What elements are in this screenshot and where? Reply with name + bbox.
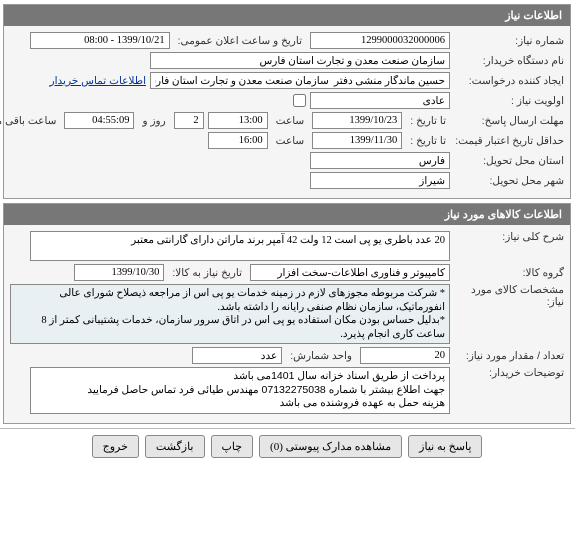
requester-input[interactable]	[151, 72, 451, 89]
announce-label: تاریخ و ساعت اعلان عمومی:	[175, 35, 307, 47]
priority-checkbox[interactable]	[294, 94, 307, 107]
spec-label: مشخصات کالای مورد نیاز:	[455, 284, 565, 308]
respond-button[interactable]: پاسخ به نیاز	[409, 435, 483, 458]
unit-label: واحد شمارش:	[287, 350, 357, 362]
goods-info-body: شرح کلی نیاز: گروه کالا: تاریخ نیاز به ک…	[5, 225, 571, 423]
need-info-panel: اطلاعات نیاز شماره نیاز: تاریخ و ساعت اع…	[4, 4, 572, 199]
need-info-header: اطلاعات نیاز	[5, 5, 571, 26]
buyer-label: نام دستگاه خریدار:	[455, 55, 565, 67]
print-button[interactable]: چاپ	[212, 435, 255, 458]
back-button[interactable]: بازگشت	[146, 435, 206, 458]
spec-textarea[interactable]	[11, 284, 451, 344]
credit-time-label: ساعت	[273, 135, 310, 147]
remaining-time-input[interactable]	[65, 112, 135, 129]
goods-info-panel: اطلاعات کالاهای مورد نیاز شرح کلی نیاز: …	[4, 203, 572, 424]
qty-label: تعداد / مقدار مورد نیاز:	[455, 350, 565, 362]
group-date-input[interactable]	[75, 264, 165, 281]
contact-link[interactable]: اطلاعات تماس خریدار	[51, 75, 147, 87]
remaining-days-label: روز و	[139, 115, 170, 127]
city-label: شهر محل تحویل:	[455, 175, 565, 187]
group-label: گروه کالا:	[455, 267, 565, 279]
deadline-label: مهلت ارسال پاسخ:	[455, 115, 565, 127]
province-label: استان محل تحویل:	[455, 155, 565, 167]
credit-time-input[interactable]	[209, 132, 269, 149]
priority-input[interactable]	[311, 92, 451, 109]
group-input[interactable]	[251, 264, 451, 281]
province-input[interactable]	[311, 152, 451, 169]
desc-label: شرح کلی نیاز:	[455, 231, 565, 243]
attachments-button[interactable]: مشاهده مدارک پیوستی (0)	[260, 435, 403, 458]
credit-until-label: تا تاریخ :	[407, 135, 451, 147]
deadline-date-input[interactable]	[313, 112, 403, 129]
goods-info-header: اطلاعات کالاهای مورد نیاز	[5, 204, 571, 225]
desc-textarea[interactable]	[31, 231, 451, 261]
credit-date-input[interactable]	[313, 132, 403, 149]
exit-button[interactable]: خروج	[93, 435, 140, 458]
buyer-input[interactable]	[151, 52, 451, 69]
unit-input[interactable]	[193, 347, 283, 364]
notes-text: پرداخت از طریق اسناد خزانه سال 1401می با…	[31, 367, 451, 414]
city-input[interactable]	[311, 172, 451, 189]
need-info-body: شماره نیاز: تاریخ و ساعت اعلان عمومی: نا…	[5, 26, 571, 198]
need-no-label: شماره نیاز:	[455, 35, 565, 47]
remaining-days-input[interactable]	[175, 112, 205, 129]
deadline-until-label: تا تاریخ :	[407, 115, 451, 127]
group-date-label: تاریخ نیاز به کالا:	[169, 267, 247, 279]
credit-label: حداقل تاریخ اعتبار قیمت:	[455, 135, 565, 147]
deadline-time-input[interactable]	[209, 112, 269, 129]
priority-label: اولویت نیاز :	[455, 95, 565, 107]
notes-label: توضیحات خریدار:	[455, 367, 565, 379]
need-no-input[interactable]	[311, 32, 451, 49]
button-row: پاسخ به نیاز مشاهده مدارک پیوستی (0) چاپ…	[0, 428, 576, 464]
requester-label: ایجاد کننده درخواست:	[455, 75, 565, 87]
qty-input[interactable]	[361, 347, 451, 364]
deadline-time-label: ساعت	[273, 115, 310, 127]
remaining-time-label: ساعت باقی مانده	[0, 115, 61, 127]
announce-input[interactable]	[31, 32, 171, 49]
